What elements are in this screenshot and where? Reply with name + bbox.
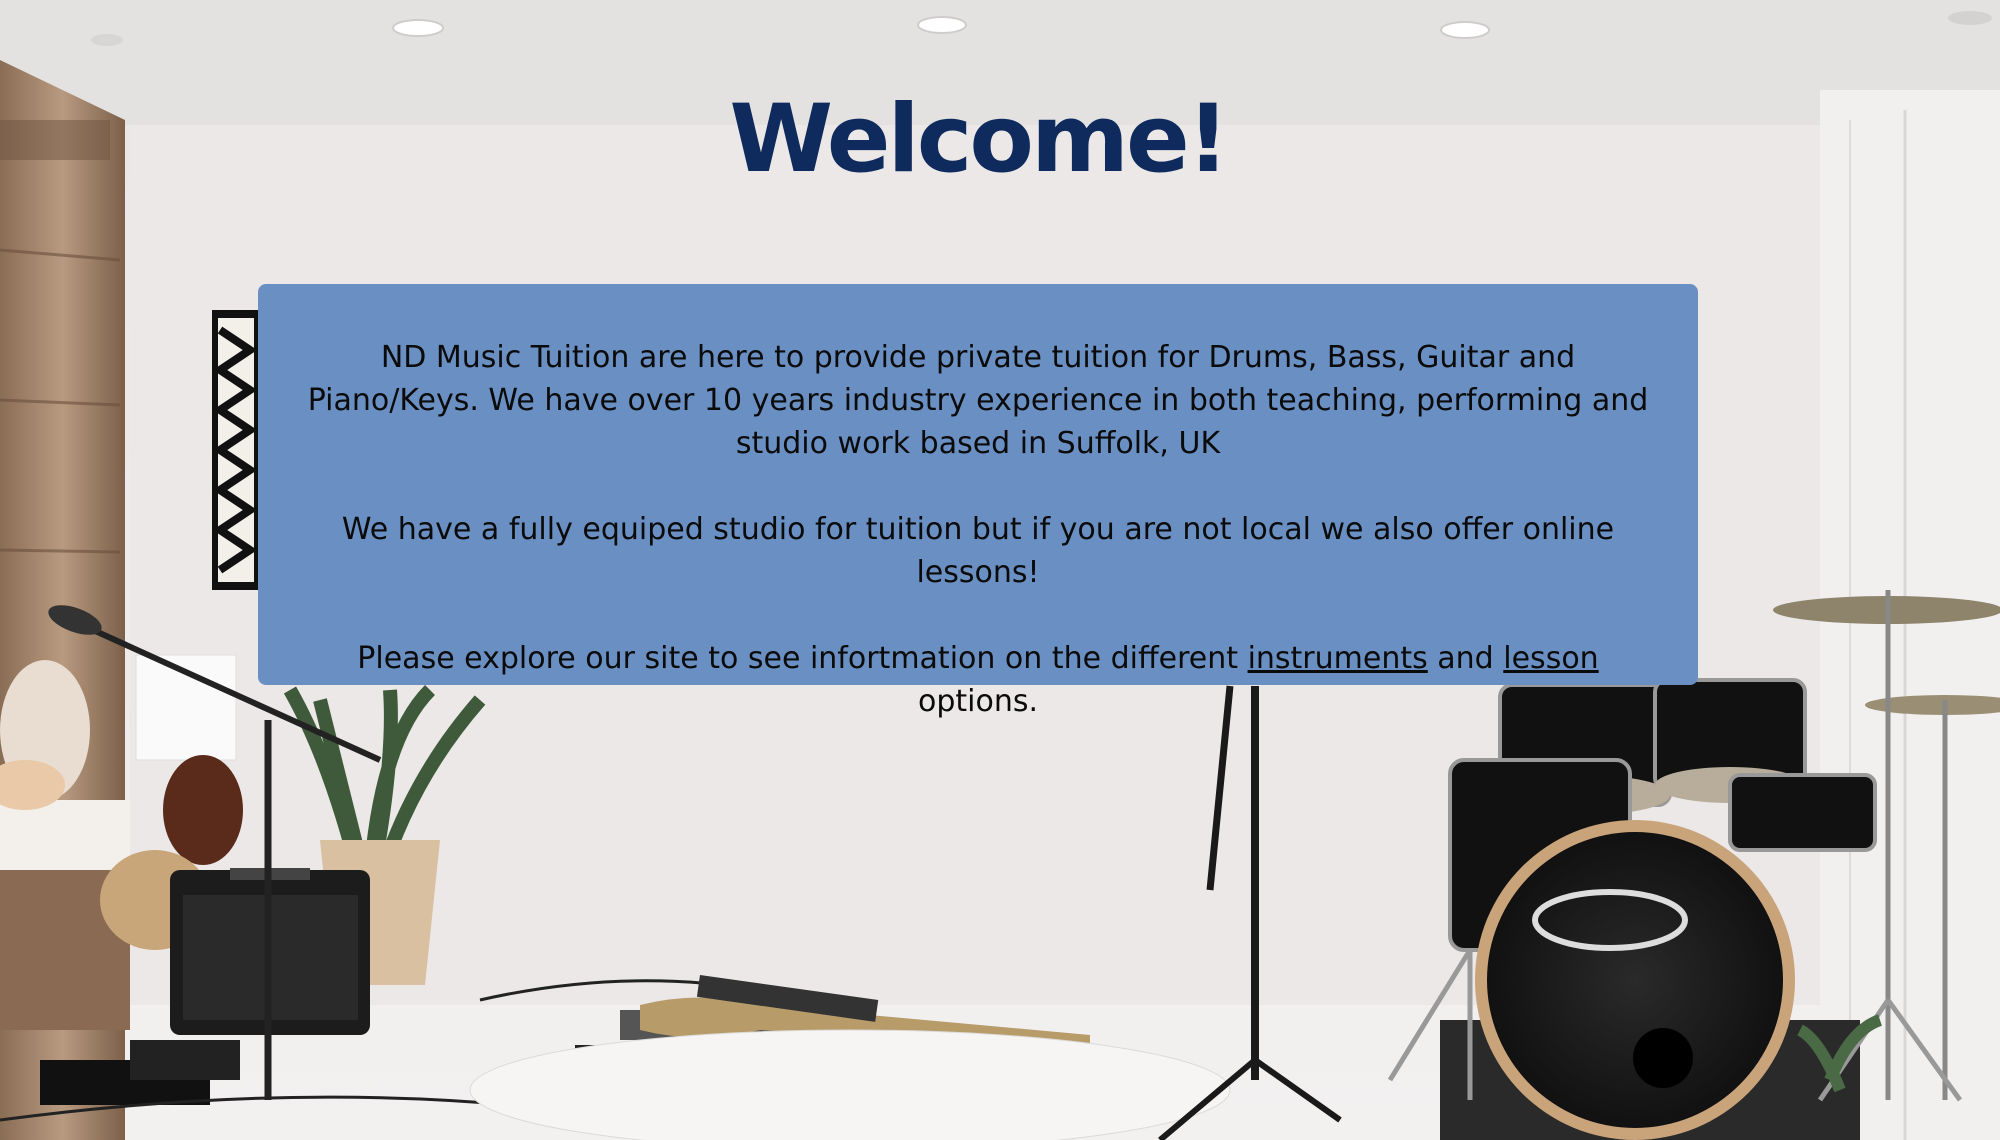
intro-paragraph-3-middle: and [1427, 641, 1504, 676]
intro-paragraph-2: We have a fully equiped studio for tuiti… [341, 512, 1615, 590]
intro-paragraph-3: Please explore our site to see infortmat… [298, 637, 1658, 723]
intro-panel: ND Music Tuition are here to provide pri… [258, 284, 1698, 719]
page-title: Welcome! [729, 85, 1229, 194]
intro-paragraph-3-start: Please explore our site to see infortmat… [357, 641, 1248, 676]
lesson-link[interactable]: lesson [1503, 641, 1598, 676]
intro-paragraph-3-end: options. [917, 684, 1039, 719]
instruments-link[interactable]: instruments [1248, 641, 1428, 676]
page: Welcome! ND Music Tuition are here to pr… [0, 0, 2000, 1140]
intro-paragraph-1: ND Music Tuition are here to provide pri… [307, 340, 1649, 461]
